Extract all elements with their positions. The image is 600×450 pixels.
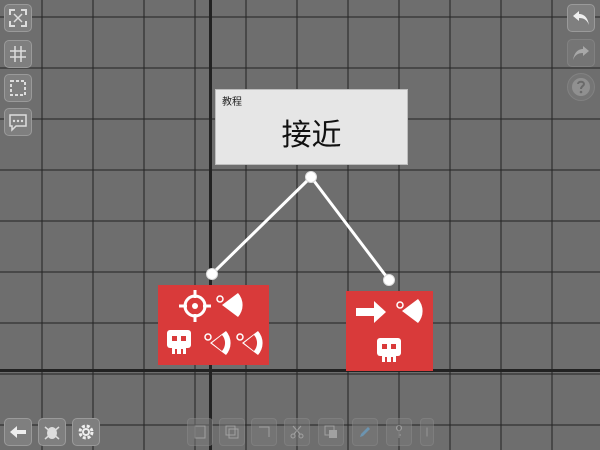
tutorial-card-title: 接近 bbox=[281, 118, 342, 153]
help-button[interactable] bbox=[567, 73, 595, 101]
key-icon bbox=[396, 425, 402, 438]
copy-button[interactable] bbox=[318, 418, 344, 446]
copy-icon bbox=[324, 425, 337, 438]
sensor-icon bbox=[236, 331, 263, 355]
frame-button[interactable] bbox=[251, 418, 277, 446]
arrow-right-icon bbox=[356, 301, 386, 323]
undo-button[interactable] bbox=[567, 4, 595, 32]
debug-button[interactable] bbox=[38, 418, 66, 446]
frame-icon bbox=[259, 426, 270, 437]
more-button[interactable] bbox=[420, 418, 434, 446]
undo-icon bbox=[573, 11, 589, 25]
redo-icon bbox=[573, 46, 589, 60]
tutorial-card[interactable]: 教程 接近 bbox=[215, 89, 408, 165]
edit-button[interactable] bbox=[352, 418, 378, 446]
node-move-sense[interactable] bbox=[346, 291, 433, 371]
help-icon bbox=[572, 78, 590, 96]
scissors-icon bbox=[290, 425, 304, 439]
cut-button[interactable] bbox=[284, 418, 310, 446]
right-node-input-connector[interactable] bbox=[383, 274, 395, 286]
back-arrow-icon bbox=[10, 426, 26, 438]
select-box-icon bbox=[10, 80, 26, 96]
fit-screen-button[interactable] bbox=[4, 4, 32, 32]
settings-gear-icon bbox=[78, 424, 94, 440]
left-node-input-connector[interactable] bbox=[206, 268, 218, 280]
card-output-connector[interactable] bbox=[305, 171, 317, 183]
select-box-button[interactable] bbox=[4, 74, 32, 102]
node-target-sense[interactable] bbox=[158, 285, 269, 365]
connection-lines bbox=[210, 175, 391, 281]
link-button[interactable] bbox=[386, 418, 412, 446]
back-button[interactable] bbox=[4, 418, 32, 446]
node-editor-canvas[interactable]: 教程 接近 bbox=[0, 0, 600, 450]
bar-icon bbox=[426, 427, 428, 437]
crosshair-icon bbox=[179, 290, 211, 322]
settings-button[interactable] bbox=[72, 418, 100, 446]
pencil-icon bbox=[360, 427, 370, 437]
tutorial-card-label: 教程 bbox=[222, 97, 242, 108]
bug-icon bbox=[44, 426, 60, 440]
add-node-button[interactable] bbox=[187, 418, 213, 446]
duplicate-button[interactable] bbox=[219, 418, 245, 446]
grid-toggle-button[interactable] bbox=[4, 40, 32, 68]
sensor-icon bbox=[204, 331, 231, 355]
node-add-icon bbox=[194, 425, 206, 439]
comment-button[interactable] bbox=[4, 108, 32, 136]
skull-icon bbox=[167, 330, 191, 354]
redo-button[interactable] bbox=[567, 39, 595, 67]
sensor-icon bbox=[396, 299, 423, 323]
duplicate-icon bbox=[225, 425, 239, 439]
grid-icon bbox=[10, 46, 26, 62]
comment-icon bbox=[9, 114, 27, 132]
sensor-icon bbox=[216, 293, 243, 317]
skull-icon bbox=[377, 338, 401, 362]
fit-screen-icon bbox=[9, 9, 27, 27]
